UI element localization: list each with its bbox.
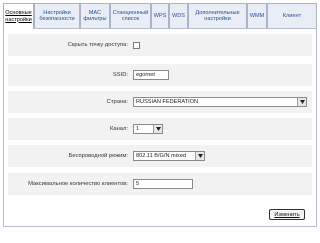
wireless-mode-value: 802.11 B/G/N mixed [136, 153, 186, 159]
country-label: Страна: [106, 99, 128, 105]
chevron-down-icon[interactable] [153, 125, 162, 133]
ssid-label: SSID: [112, 72, 128, 78]
settings-panel: Скрыть точку доступа: SSID: egornet Стра… [3, 28, 317, 227]
hide-ap-row: Скрыть точку доступа: [8, 34, 312, 56]
wireless-mode-label: Беспроводной режим: [68, 153, 128, 159]
apply-button[interactable]: Изменить [269, 209, 305, 220]
tab-advanced-settings[interactable]: Дополнительные настройки [188, 3, 247, 28]
country-select[interactable]: RUSSIAN FEDERATION [133, 97, 307, 107]
channel-value: 1 [136, 126, 140, 132]
ssid-input[interactable]: egornet [133, 70, 169, 80]
wireless-mode-select[interactable]: 802.11 B/G/N mixed [133, 151, 205, 161]
hide-ap-label: Скрыть точку доступа: [67, 42, 128, 48]
channel-select[interactable]: 1 [133, 124, 163, 134]
country-row: Страна: RUSSIAN FEDERATION [8, 91, 312, 113]
channel-label: Канал: [109, 126, 128, 132]
max-clients-label: Максимальное количество клиентов: [28, 181, 128, 187]
tab-client[interactable]: Клиент [267, 3, 317, 28]
tab-basic-settings[interactable]: Основные настройки [3, 3, 34, 29]
tab-wds[interactable]: WDS [169, 3, 188, 28]
tab-wps[interactable]: WPS [151, 3, 169, 28]
country-value: RUSSIAN FEDERATION [136, 99, 199, 105]
tab-security-settings[interactable]: Настройки безопасности [34, 3, 80, 28]
wireless-mode-row: Беспроводной режим: 802.11 B/G/N mixed [8, 145, 312, 167]
tab-station-list[interactable]: Станционный список [110, 3, 151, 28]
ssid-row: SSID: egornet [8, 64, 312, 86]
tab-mac-filters[interactable]: MAC фильтры [80, 3, 110, 28]
tab-wmm[interactable]: WMM [247, 3, 267, 28]
max-clients-row: Максимальное количество клиентов: 5 [8, 173, 312, 195]
chevron-down-icon[interactable] [297, 98, 306, 106]
hide-ap-checkbox[interactable] [133, 41, 140, 49]
max-clients-input[interactable]: 5 [133, 179, 193, 189]
chevron-down-icon[interactable] [195, 152, 204, 160]
channel-row: Канал: 1 [8, 118, 312, 140]
tab-bar: Основные настройки Настройки безопасност… [3, 3, 317, 29]
